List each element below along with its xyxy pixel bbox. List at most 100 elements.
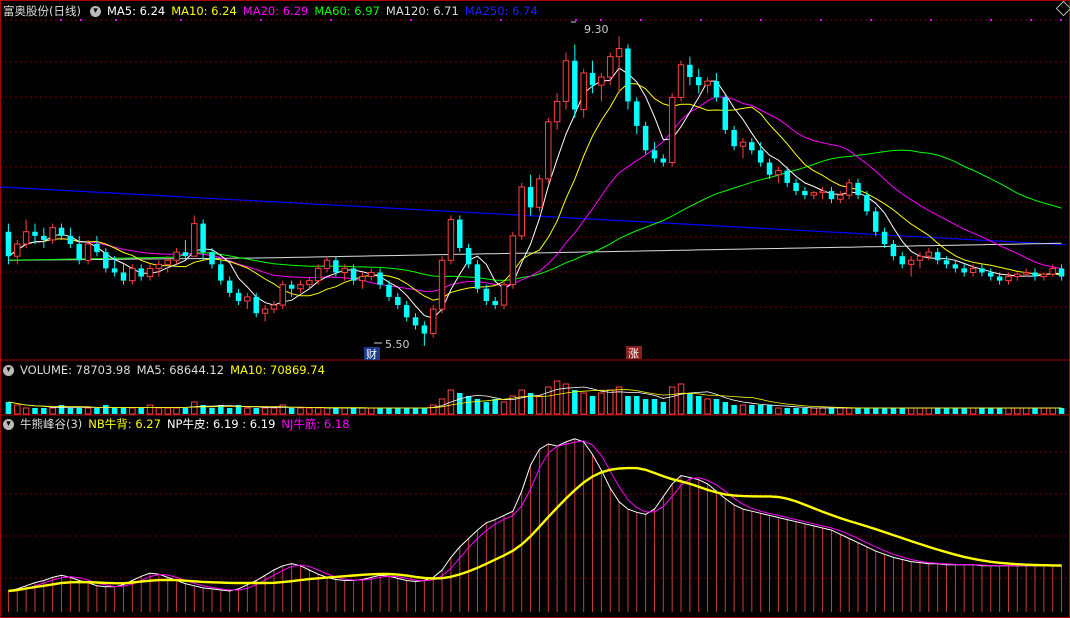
candle: [545, 117, 552, 183]
candle-body: [890, 243, 897, 257]
limit-up-badge[interactable]: 涨: [628, 347, 639, 360]
candle: [713, 72, 720, 102]
moving-average-lines: [8, 67, 1062, 319]
candle-body: [218, 264, 224, 281]
chevron-down-icon[interactable]: ▾: [3, 364, 14, 376]
candle-body: [634, 101, 640, 126]
nj-line: [8, 440, 1062, 592]
volume-bar: [94, 408, 100, 414]
candle: [890, 239, 897, 261]
main-legend-3: MA60: 6.97: [314, 4, 380, 18]
volume-bar: [642, 399, 649, 414]
volume-bar: [704, 398, 711, 415]
candle: [793, 178, 799, 196]
volume-bar: [784, 408, 790, 414]
candle: [191, 215, 198, 257]
event-dot: [820, 19, 822, 21]
candle-body: [412, 317, 419, 326]
candle: [5, 223, 12, 265]
chevron-down-icon[interactable]: ▾: [89, 5, 101, 17]
candle-body: [341, 267, 348, 273]
candle: [775, 166, 782, 183]
candle: [589, 60, 596, 94]
volume-bar: [855, 408, 861, 414]
candle-body: [518, 186, 525, 237]
nb-line: [8, 466, 1062, 593]
volume-bar: [899, 408, 906, 414]
volume-bar: [872, 408, 879, 414]
candle: [270, 300, 278, 314]
candle-body: [200, 223, 206, 253]
candle: [810, 191, 818, 200]
candle: [438, 256, 446, 314]
volume-bar: [120, 408, 127, 414]
frame: [0, 0, 1070, 618]
low-price-label: 5.50: [385, 338, 410, 351]
stock-title[interactable]: 富奥股份(日线): [3, 3, 81, 19]
candle-body: [350, 268, 357, 281]
volume-bar: [41, 408, 47, 414]
candle: [32, 223, 38, 244]
candle-body: [333, 260, 339, 273]
candle-body: [395, 296, 401, 306]
candle: [651, 142, 658, 163]
kline-chart[interactable]: 9.30 5.50 财 涨: [0, 0, 1070, 618]
volume-bar: [226, 408, 233, 414]
volume-bar: [22, 407, 30, 415]
volume-bar: [837, 407, 844, 415]
main-legend-2: MA20: 6.29: [242, 4, 309, 18]
volume-bar: [757, 405, 764, 414]
volume-bar: [84, 407, 92, 415]
volume-bar: [518, 389, 525, 415]
volume-bar: [412, 408, 419, 414]
high-price-label: 9.30: [584, 23, 609, 36]
volume-bar: [739, 404, 747, 415]
volume-bar: [368, 407, 375, 415]
volume-bar: [890, 408, 897, 414]
volume-bar: [793, 408, 799, 414]
volume-bar: [103, 405, 109, 414]
candle: [146, 264, 154, 281]
volume-bar: [67, 408, 74, 414]
main-legend: 富奥股份(日线) ▾ MA5: 6.24 MA10: 6.24 MA20: 6.29…: [0, 2, 550, 20]
oscillator-legend: ▾ 牛熊峰谷(3) NB牛背: 6.27 NP牛皮: 6.19 : 6.19 NJ牛筋…: [0, 415, 362, 433]
candle-body: [76, 243, 82, 261]
candle-body: [677, 64, 685, 98]
candle-body: [173, 251, 180, 261]
candle: [572, 44, 578, 118]
candle-body: [749, 142, 755, 151]
volume-bar: [766, 405, 773, 414]
volume-bar: [996, 408, 1003, 414]
volume-bar: [483, 402, 490, 414]
volume-bar: [722, 402, 729, 414]
volume-bar: [802, 408, 808, 414]
candle-body: [474, 264, 481, 289]
candle-body: [67, 235, 74, 244]
chevron-down-icon[interactable]: ▾: [3, 418, 14, 430]
candle-body: [545, 121, 552, 180]
finance-badge[interactable]: 财: [366, 347, 377, 361]
candle-body: [314, 267, 322, 282]
volume-bar: [14, 404, 21, 415]
volume-legend: ▾ VOLUME: 78703.98 MA5: 68644.12 MA10: 708…: [0, 361, 337, 379]
candle-body: [279, 284, 287, 306]
volume-values: VOLUME: 78703.98 MA5: 68644.12 MA10: 70869…: [20, 363, 331, 377]
candle: [722, 93, 729, 135]
candle: [749, 138, 755, 155]
candle-body: [1040, 273, 1048, 278]
volume-bar: [164, 407, 171, 415]
candle-body: [722, 97, 729, 130]
candle: [1058, 264, 1065, 281]
volume-bar: [341, 407, 348, 415]
candle-body: [598, 76, 605, 86]
volume-bar: [668, 386, 676, 415]
candle: [766, 158, 773, 179]
osc-legend-0: 牛熊峰谷(3): [20, 417, 83, 431]
volume-bar: [934, 408, 941, 414]
volume-bar: [553, 380, 561, 415]
volume-bar: [429, 404, 437, 415]
candle-body: [704, 80, 711, 86]
candle: [403, 300, 410, 322]
volume-bar: [606, 389, 614, 415]
volume-bar: [907, 407, 915, 415]
